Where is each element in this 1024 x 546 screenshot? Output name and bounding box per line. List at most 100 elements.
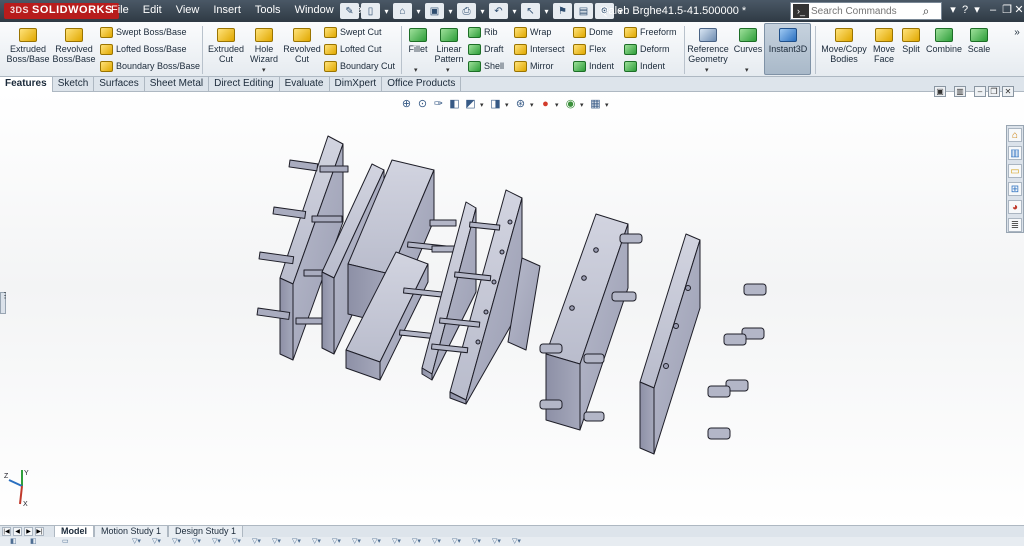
save-icon[interactable]: ▣ — [425, 3, 444, 19]
scale-button[interactable]: Scale — [966, 28, 992, 54]
filter-axes-icon[interactable]: ▽▾ — [272, 537, 281, 546]
view-settings-dropdown-icon[interactable]: ▾ — [605, 101, 611, 109]
hole-wizard-button[interactable]: Hole Wizard — [246, 28, 282, 64]
feature-tree-handle[interactable]: ⋮ — [0, 292, 9, 314]
fillet-button[interactable]: Fillet — [404, 28, 432, 54]
filter-datums-icon[interactable]: ▽▾ — [412, 537, 421, 546]
swept-boss-button[interactable]: Swept Boss/Base — [100, 25, 187, 39]
boundary-boss-button[interactable]: Boundary Boss/Base — [100, 59, 200, 73]
fillet-dropdown-icon[interactable]: ▾ — [414, 66, 418, 74]
flex-button[interactable]: Flex — [573, 42, 606, 56]
tab-sheet-metal[interactable]: Sheet Metal — [145, 77, 210, 92]
filter-stacks-icon[interactable]: ▽▾ — [452, 537, 461, 546]
first-tab-icon[interactable]: |◀ — [2, 527, 11, 536]
zoom-area-icon[interactable]: ⊙ — [416, 98, 429, 111]
new-document-icon[interactable]: ▯ — [361, 3, 380, 19]
instant3d-button[interactable]: Instant3D — [766, 28, 810, 54]
display-style-dropdown-icon[interactable]: ▾ — [505, 101, 511, 109]
mirror-button[interactable]: Mirror — [514, 59, 554, 73]
next-tab-icon[interactable]: ▶ — [24, 527, 33, 536]
filter-blocks-icon[interactable]: ▽▾ — [492, 537, 501, 546]
filter-vertices-icon[interactable]: ▽▾ — [132, 537, 141, 546]
viewport-split-2-icon[interactable]: ▥ — [954, 86, 966, 97]
file-properties-icon[interactable]: ▤ — [574, 3, 593, 19]
filter-balloons-icon[interactable]: ▽▾ — [432, 537, 441, 546]
menu-tools[interactable]: Tools — [248, 4, 288, 16]
new-dropdown-icon[interactable]: ▾ — [382, 3, 391, 19]
split-button[interactable]: Split — [899, 28, 923, 54]
close-icon[interactable]: ✕ — [1012, 3, 1024, 17]
tab-dimxpert[interactable]: DimXpert — [330, 77, 383, 92]
combine-button[interactable]: Combine — [924, 28, 964, 54]
menu-window[interactable]: Window — [288, 4, 341, 16]
help-dropdown-icon[interactable]: ▾ — [970, 3, 984, 17]
select-icon[interactable]: ↖ — [521, 3, 540, 19]
lofted-cut-button[interactable]: Lofted Cut — [324, 42, 382, 56]
tab-sketch[interactable]: Sketch — [53, 77, 95, 92]
filter-toggle-2-icon[interactable]: ◧ — [30, 537, 37, 546]
open-dropdown-icon[interactable]: ▾ — [414, 3, 423, 19]
edit-appearance-dropdown-icon[interactable]: ▾ — [555, 101, 561, 109]
move-face-button[interactable]: Move Face — [870, 28, 898, 64]
edit-appearance-icon[interactable]: ● — [539, 98, 552, 111]
filter-faces-icon[interactable]: ▽▾ — [172, 537, 181, 546]
select-dropdown-icon[interactable]: ▾ — [542, 3, 551, 19]
command-prompt-icon[interactable]: ›_ — [793, 4, 809, 18]
shell-button[interactable]: Shell — [468, 59, 504, 73]
wrap-button[interactable]: Wrap — [514, 25, 551, 39]
dome-button[interactable]: Dome — [573, 25, 613, 39]
save-dropdown-icon[interactable]: ▾ — [446, 3, 455, 19]
design-library-icon[interactable]: ▥ — [1008, 146, 1022, 160]
display-style-icon[interactable]: ◨ — [489, 98, 502, 111]
deform-button[interactable]: Deform — [624, 42, 670, 56]
boundary-cut-button[interactable]: Boundary Cut — [324, 59, 395, 73]
indent-2-button[interactable]: Indent — [624, 59, 665, 73]
curves-dropdown-icon[interactable]: ▾ — [745, 66, 749, 74]
linear-pattern-dropdown-icon[interactable]: ▾ — [446, 66, 450, 74]
menu-view[interactable]: View — [169, 4, 207, 16]
lofted-boss-button[interactable]: Lofted Boss/Base — [100, 42, 187, 56]
filter-annotations-icon[interactable]: ▽▾ — [352, 537, 361, 546]
filter-dimensions-icon[interactable]: ▽▾ — [332, 537, 341, 546]
zoom-to-fit-icon[interactable]: ⊕ — [400, 98, 413, 111]
revolved-cut-button[interactable]: Revolved Cut — [283, 28, 321, 64]
filter-notes-icon[interactable]: ▽▾ — [392, 537, 401, 546]
viewport-close-icon[interactable]: ✕ — [1002, 86, 1014, 97]
hide-show-dropdown-icon[interactable]: ▾ — [530, 101, 536, 109]
custom-properties-icon[interactable]: ≣ — [1008, 218, 1022, 232]
section-view-icon[interactable]: ◧ — [448, 98, 461, 111]
curves-button[interactable]: Curves — [734, 28, 762, 54]
hole-wizard-dropdown-icon[interactable]: ▾ — [262, 66, 266, 74]
search-input[interactable] — [811, 4, 917, 18]
extruded-boss-button[interactable]: Extruded Boss/Base — [6, 28, 50, 64]
view-orientation-icon[interactable]: ◩ — [464, 98, 477, 111]
appearances-icon[interactable]: ◕ — [1008, 200, 1022, 214]
viewport-minimize-icon[interactable]: – — [974, 86, 986, 97]
solidworks-logo[interactable]: 3DS SOLIDWORKS — [4, 3, 119, 19]
previous-view-icon[interactable]: ✑ — [432, 98, 445, 111]
graphics-area[interactable] — [0, 92, 1024, 525]
previous-tab-icon[interactable]: ◀ — [13, 527, 22, 536]
filter-surfaces-icon[interactable]: ▽▾ — [312, 537, 321, 546]
freeform-button[interactable]: Freeform — [624, 25, 677, 39]
draft-button[interactable]: Draft — [468, 42, 504, 56]
filter-welds-icon[interactable]: ▽▾ — [372, 537, 381, 546]
viewport-split-icon[interactable]: ▣ — [934, 86, 946, 97]
view-settings-icon[interactable]: ▦ — [589, 98, 602, 111]
menu-edit[interactable]: Edit — [136, 4, 169, 16]
tab-direct-editing[interactable]: Direct Editing — [209, 77, 280, 92]
reference-geometry-dropdown-icon[interactable]: ▾ — [705, 66, 709, 74]
tab-office-products[interactable]: Office Products — [382, 77, 462, 92]
extruded-cut-button[interactable]: Extruded Cut — [206, 28, 246, 64]
menu-file[interactable]: File — [104, 4, 136, 16]
filter-sketches-icon[interactable]: ▽▾ — [232, 537, 241, 546]
view-palette-icon[interactable]: ⊞ — [1008, 182, 1022, 196]
intersect-button[interactable]: Intersect — [514, 42, 565, 56]
filter-features-icon[interactable]: ▽▾ — [212, 537, 221, 546]
filter-points-icon[interactable]: ▽▾ — [252, 537, 261, 546]
print-dropdown-icon[interactable]: ▾ — [478, 3, 487, 19]
linear-pattern-button[interactable]: Linear Pattern — [434, 28, 464, 64]
undo-dropdown-icon[interactable]: ▾ — [510, 3, 519, 19]
reference-geometry-button[interactable]: Reference Geometry — [686, 28, 730, 64]
tab-evaluate[interactable]: Evaluate — [280, 77, 330, 92]
